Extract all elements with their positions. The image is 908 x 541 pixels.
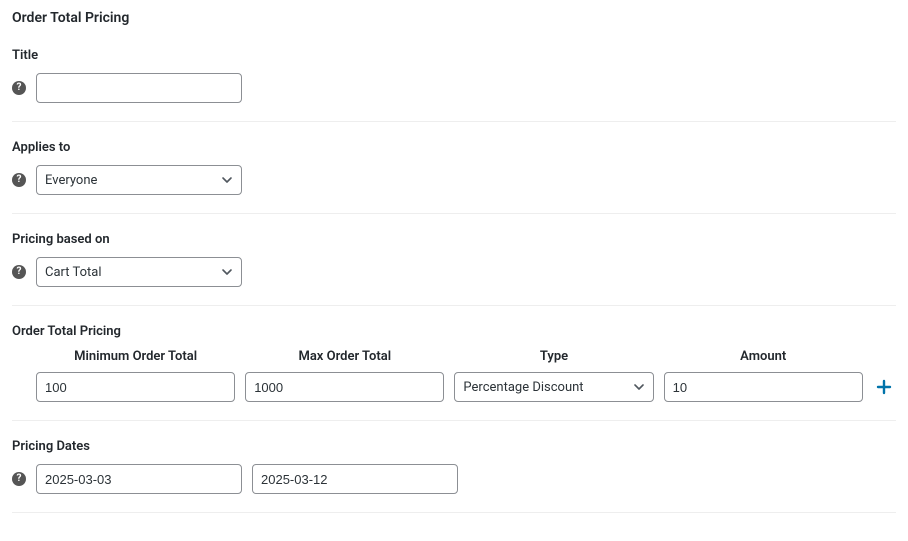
col-min-header: Minimum Order Total [36, 349, 235, 364]
min-order-total-input[interactable] [36, 372, 235, 402]
applies-to-select[interactable]: Everyone [36, 165, 242, 195]
col-type-header: Type [454, 349, 653, 364]
page-title: Order Total Pricing [12, 10, 896, 26]
pricing-based-on-value: Cart Total [45, 265, 213, 280]
table-row: Percentage Discount [12, 372, 896, 402]
pricing-based-on-select[interactable]: Cart Total [36, 257, 242, 287]
section-pricing-dates: Pricing Dates ? [12, 439, 896, 513]
add-row-button[interactable] [873, 376, 895, 398]
title-input[interactable] [36, 73, 242, 103]
applies-to-label: Applies to [12, 140, 896, 155]
amount-input[interactable] [664, 372, 863, 402]
help-icon[interactable]: ? [12, 472, 26, 486]
chevron-down-icon [221, 266, 233, 278]
max-order-total-input[interactable] [245, 372, 444, 402]
section-applies-to: Applies to ? Everyone [12, 140, 896, 214]
section-pricing-based-on: Pricing based on ? Cart Total [12, 232, 896, 306]
plus-icon [876, 379, 892, 395]
type-select[interactable]: Percentage Discount [454, 372, 653, 402]
pricing-based-on-label: Pricing based on [12, 232, 896, 247]
help-icon[interactable]: ? [12, 265, 26, 279]
type-value: Percentage Discount [463, 380, 624, 395]
order-total-pricing-label: Order Total Pricing [12, 324, 896, 339]
col-max-header: Max Order Total [245, 349, 444, 364]
help-icon[interactable]: ? [12, 173, 26, 187]
date-from-input[interactable] [36, 464, 242, 494]
col-amount-header: Amount [664, 349, 863, 364]
chevron-down-icon [633, 381, 645, 393]
date-to-input[interactable] [252, 464, 458, 494]
help-icon[interactable]: ? [12, 81, 26, 95]
section-title: Title ? [12, 48, 896, 122]
chevron-down-icon [221, 174, 233, 186]
applies-to-value: Everyone [45, 173, 213, 188]
pricing-dates-label: Pricing Dates [12, 439, 896, 454]
section-order-total-pricing: Order Total Pricing Minimum Order Total … [12, 324, 896, 421]
title-label: Title [12, 48, 896, 63]
